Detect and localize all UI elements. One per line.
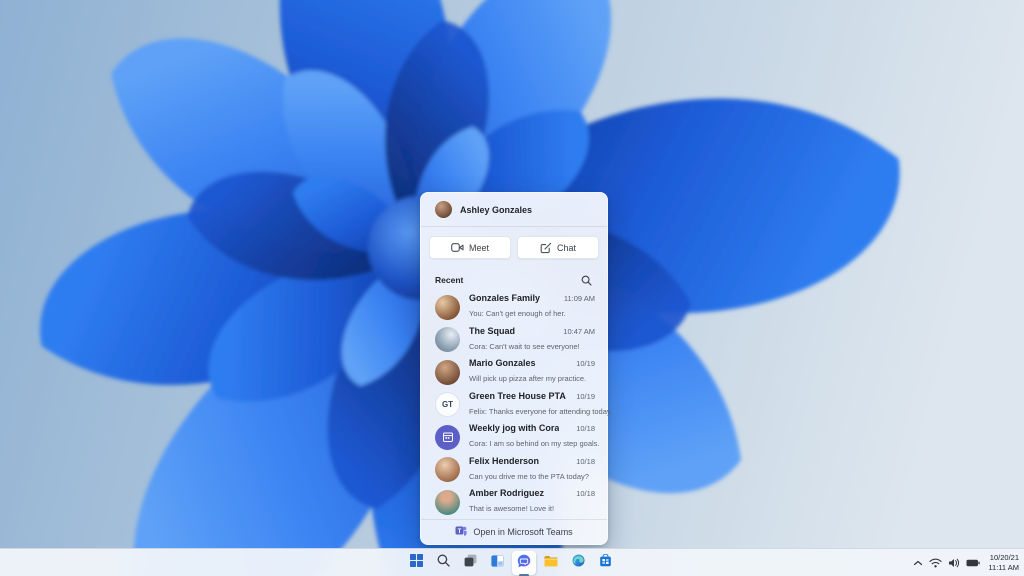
list-item[interactable]: Weekly jog with Cora 10/18 Cora: I am so … xyxy=(421,421,607,454)
compose-icon xyxy=(540,242,552,254)
search-icon xyxy=(437,554,450,572)
clock[interactable]: 10/20/21 11:11 AM xyxy=(986,553,1019,573)
meet-button-label: Meet xyxy=(468,242,489,253)
conversation-avatar-initials: GT xyxy=(435,392,460,418)
video-camera-icon xyxy=(451,242,464,253)
conversation-preview: You: Can't get enough of her. xyxy=(469,309,566,319)
desktop: Ashley Gonzales Meet Chat Recent Gonzale… xyxy=(0,0,1024,576)
microsoft-store-button[interactable] xyxy=(593,551,617,575)
battery-icon[interactable] xyxy=(966,559,981,567)
volume-icon[interactable] xyxy=(948,558,960,568)
list-item[interactable]: Felix Henderson 10/18 Can you drive me to… xyxy=(421,454,607,487)
recent-label: Recent xyxy=(435,275,464,286)
task-view-button[interactable] xyxy=(458,551,482,575)
list-item[interactable]: GT Green Tree House PTA 10/19 Felix: Than… xyxy=(421,389,612,422)
list-item[interactable]: The Squad 10:47 AM Cora: Can't wait to se… xyxy=(421,324,607,357)
conversation-avatar xyxy=(435,489,460,515)
taskbar: 10/20/21 11:11 AM xyxy=(0,548,1024,576)
teams-logo-icon: T xyxy=(455,525,467,539)
start-button[interactable] xyxy=(404,551,428,575)
conversation-time: 10/19 xyxy=(576,359,595,369)
tray-chevron-up-icon[interactable] xyxy=(913,559,923,567)
open-in-teams-button[interactable]: T Open in Microsoft Teams xyxy=(421,518,607,544)
conversation-name: Gonzales Family xyxy=(469,293,541,304)
conversation-preview: Will pick up pizza after my practice. xyxy=(469,374,587,384)
conversation-preview: Cora: Can't wait to see everyone! xyxy=(469,341,580,351)
conversation-name: Mario Gonzales xyxy=(469,358,536,369)
conversation-time: 10/18 xyxy=(576,424,595,434)
user-name: Ashley Gonzales xyxy=(460,204,533,215)
conversation-preview: Can you drive me to the PTA today? xyxy=(469,471,589,481)
conversation-name: Amber Rodriguez xyxy=(469,488,545,499)
flyout-header: Ashley Gonzales xyxy=(421,193,607,228)
teams-chat-flyout: Ashley Gonzales Meet Chat Recent Gonzale… xyxy=(420,192,612,545)
conversation-time: 10:47 AM xyxy=(563,326,595,336)
tray-date: 10/20/21 xyxy=(989,552,1019,562)
taskbar-center xyxy=(404,549,617,576)
conversation-avatar xyxy=(435,294,460,320)
conversation-name: Felix Henderson xyxy=(469,455,540,466)
widgets-button[interactable] xyxy=(485,551,509,575)
wifi-icon[interactable] xyxy=(929,558,943,568)
store-icon xyxy=(599,553,612,572)
conversation-name: Green Tree House PTA xyxy=(469,390,566,401)
windows-start-icon xyxy=(409,554,423,572)
conversation-avatar xyxy=(435,457,460,483)
open-in-teams-label: Open in Microsoft Teams xyxy=(473,526,573,537)
conversation-name: Weekly jog with Cora xyxy=(469,423,560,434)
widgets-icon xyxy=(490,554,504,572)
list-item[interactable]: Gonzales Family 11:09 AM You: Can't get e… xyxy=(421,291,607,324)
search-button[interactable] xyxy=(431,551,455,575)
conversation-preview: That is awesome! Love it! xyxy=(469,504,555,514)
conversation-time: 10/19 xyxy=(576,391,595,401)
tray-time: 11:11 AM xyxy=(988,563,1019,572)
search-icon[interactable] xyxy=(578,272,594,288)
chat-button-label: Chat xyxy=(556,242,576,253)
conversation-list: Gonzales Family 11:09 AM You: Can't get e… xyxy=(421,291,612,519)
chat-button[interactable]: Chat xyxy=(517,236,599,260)
conversation-time: 11:09 AM xyxy=(563,294,595,304)
meet-button[interactable]: Meet xyxy=(429,236,511,260)
list-item[interactable]: Mario Gonzales 10/19 Will pick up pizza a… xyxy=(421,356,607,389)
folder-icon xyxy=(544,554,558,572)
chat-bubble-icon xyxy=(517,554,531,573)
recent-row: Recent xyxy=(421,267,607,291)
system-tray: 10/20/21 11:11 AM xyxy=(913,549,1021,576)
conversation-time: 10/18 xyxy=(576,489,595,499)
edge-browser-button[interactable] xyxy=(566,551,590,575)
task-view-icon xyxy=(464,554,477,572)
svg-text:T: T xyxy=(458,528,462,535)
chat-teams-button[interactable] xyxy=(512,551,537,576)
file-explorer-button[interactable] xyxy=(539,551,563,575)
conversation-time: 10/18 xyxy=(576,456,595,466)
conversation-preview: Felix: Thanks everyone for attending tod… xyxy=(469,406,613,416)
conversation-preview: Cora: I am so behind on my step goals. xyxy=(469,439,600,449)
list-item[interactable]: Amber Rodriguez 10/18 That is awesome! Lo… xyxy=(421,486,607,519)
calendar-icon xyxy=(435,424,460,450)
action-buttons: Meet Chat xyxy=(421,227,607,267)
edge-icon xyxy=(572,554,585,572)
user-avatar[interactable] xyxy=(435,201,452,219)
conversation-avatar xyxy=(435,359,460,385)
conversation-name: The Squad xyxy=(469,325,516,336)
conversation-avatar xyxy=(435,327,460,353)
